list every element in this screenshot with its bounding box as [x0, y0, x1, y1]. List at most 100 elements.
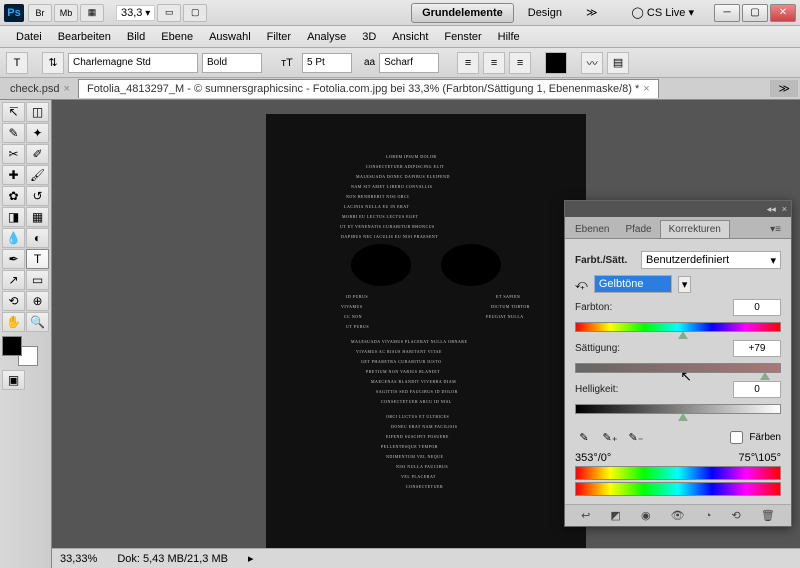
- eyedropper-subtract-icon[interactable]: ✎₋: [627, 428, 645, 446]
- visibility-icon[interactable]: 👁: [671, 509, 685, 522]
- arrange-button[interactable]: ▭: [157, 4, 181, 22]
- clip-icon[interactable]: ◉: [641, 509, 651, 522]
- lasso-tool[interactable]: ✎: [2, 123, 25, 143]
- trash-icon[interactable]: 🗑: [761, 509, 775, 522]
- document-tab-check[interactable]: check.psd×: [2, 80, 78, 98]
- hue-input[interactable]: [733, 299, 781, 316]
- blur-tool[interactable]: 💧: [2, 228, 25, 248]
- close-panel-icon[interactable]: ×: [782, 204, 787, 214]
- minimize-button[interactable]: ─: [714, 4, 740, 22]
- maximize-button[interactable]: ▢: [742, 4, 768, 22]
- eyedropper-set-icon[interactable]: ✎: [575, 428, 593, 446]
- crop-tool[interactable]: ✂: [2, 144, 25, 164]
- status-menu-icon[interactable]: ▸: [248, 552, 254, 565]
- font-size-input[interactable]: [302, 53, 352, 73]
- hue-slider[interactable]: [575, 322, 781, 332]
- color-range-bar-top[interactable]: [575, 466, 781, 480]
- menu-bearbeiten[interactable]: Bearbeiten: [50, 28, 119, 46]
- color-range-bar-bottom[interactable]: [575, 482, 781, 496]
- workspace-design[interactable]: Design: [518, 4, 572, 22]
- menu-filter[interactable]: Filter: [259, 28, 299, 46]
- font-style-dropdown[interactable]: [202, 53, 262, 73]
- workspace-more[interactable]: ≫: [576, 3, 608, 22]
- screenmode-button[interactable]: ▢: [183, 4, 207, 22]
- pen-tool[interactable]: ✒: [2, 249, 25, 269]
- colorize-checkbox[interactable]: [730, 431, 743, 444]
- warp-text-button[interactable]: 〰: [581, 52, 603, 74]
- foreground-color-swatch[interactable]: [2, 336, 22, 356]
- zoom-dropdown[interactable]: 33,3 ▾: [116, 5, 155, 21]
- workspace-grundelemente[interactable]: Grundelemente: [411, 3, 514, 23]
- status-doc-size[interactable]: Dok: 5,43 MB/21,3 MB: [117, 553, 228, 565]
- hand-icon[interactable]: ⤽: [575, 277, 588, 292]
- expand-icon[interactable]: ◩: [610, 509, 620, 522]
- move-tool[interactable]: ↸: [2, 102, 25, 122]
- brush-tool[interactable]: 🖌: [26, 165, 49, 185]
- hand-tool[interactable]: ✋: [2, 312, 25, 332]
- panel-menu-icon[interactable]: ▾≡: [762, 221, 789, 238]
- channel-menu-button[interactable]: ▾: [678, 276, 692, 293]
- lightness-input[interactable]: [733, 381, 781, 398]
- text-orientation-button[interactable]: ⇅: [42, 52, 64, 74]
- character-panel-button[interactable]: ▤: [607, 52, 629, 74]
- preset-dropdown[interactable]: Benutzerdefiniert▾: [641, 251, 781, 269]
- saturation-slider[interactable]: [575, 363, 781, 373]
- document-canvas[interactable]: LOREM IPSUM DOLOR CONSECTETUER ADIPISCIN…: [266, 114, 586, 554]
- eraser-tool[interactable]: ◨: [2, 207, 25, 227]
- align-left-button[interactable]: ≡: [457, 52, 479, 74]
- lightness-slider[interactable]: [575, 404, 781, 414]
- zoom-tool[interactable]: 🔍: [26, 312, 49, 332]
- menu-3d[interactable]: 3D: [354, 28, 384, 46]
- text-color-swatch[interactable]: [545, 52, 567, 74]
- close-icon[interactable]: ×: [643, 83, 649, 95]
- menu-datei[interactable]: Datei: [8, 28, 50, 46]
- path-select-tool[interactable]: ↗: [2, 270, 25, 290]
- bridge-button[interactable]: Br: [28, 4, 52, 22]
- history-brush-tool[interactable]: ↺: [26, 186, 49, 206]
- marquee-tool[interactable]: ◫: [26, 102, 49, 122]
- reset-icon[interactable]: ⟲: [732, 509, 741, 522]
- menu-auswahl[interactable]: Auswahl: [201, 28, 259, 46]
- close-button[interactable]: ✕: [770, 4, 796, 22]
- dodge-tool[interactable]: ◐: [26, 228, 49, 248]
- status-zoom[interactable]: 33,33%: [60, 553, 97, 565]
- 3d-tool[interactable]: ⟲: [2, 291, 25, 311]
- close-icon[interactable]: ×: [64, 83, 70, 95]
- 3d-camera-tool[interactable]: ⊕: [26, 291, 49, 311]
- return-arrow-icon[interactable]: ↩: [581, 509, 590, 522]
- quickmask-button[interactable]: ▣: [2, 370, 25, 390]
- previous-state-icon[interactable]: ◔: [705, 510, 712, 522]
- menu-ebene[interactable]: Ebene: [153, 28, 201, 46]
- tab-pfade[interactable]: Pfade: [617, 221, 659, 238]
- menu-hilfe[interactable]: Hilfe: [490, 28, 528, 46]
- font-family-dropdown[interactable]: [68, 53, 198, 73]
- panel-header[interactable]: ◂◂ ×: [565, 201, 791, 217]
- channel-dropdown[interactable]: Gelbtöne: [594, 275, 672, 293]
- minibridge-button[interactable]: Mb: [54, 4, 78, 22]
- menu-ansicht[interactable]: Ansicht: [384, 28, 436, 46]
- document-tab-fotolia[interactable]: Fotolia_4813297_M - © sumnersgraphicsinc…: [78, 79, 659, 98]
- menu-bild[interactable]: Bild: [119, 28, 153, 46]
- menu-fenster[interactable]: Fenster: [436, 28, 489, 46]
- tab-overflow-button[interactable]: ≫: [770, 80, 798, 97]
- menu-analyse[interactable]: Analyse: [299, 28, 354, 46]
- quickselect-tool[interactable]: ✦: [26, 123, 49, 143]
- align-center-button[interactable]: ≡: [483, 52, 505, 74]
- gradient-tool[interactable]: ▦: [26, 207, 49, 227]
- tab-ebenen[interactable]: Ebenen: [567, 221, 617, 238]
- color-swatches[interactable]: [2, 336, 38, 366]
- healing-tool[interactable]: ✚: [2, 165, 25, 185]
- type-tool[interactable]: T: [26, 249, 49, 269]
- saturation-input[interactable]: [733, 340, 781, 357]
- eyedropper-add-icon[interactable]: ✎₊: [601, 428, 619, 446]
- stamp-tool[interactable]: ✿: [2, 186, 25, 206]
- eyedropper-tool[interactable]: ✐: [26, 144, 49, 164]
- type-tool-preset[interactable]: T: [6, 52, 28, 74]
- align-right-button[interactable]: ≡: [509, 52, 531, 74]
- shape-tool[interactable]: ▭: [26, 270, 49, 290]
- antialias-dropdown[interactable]: [379, 53, 439, 73]
- collapse-icon[interactable]: ◂◂: [767, 204, 776, 215]
- view-extras-button[interactable]: ▦: [80, 4, 104, 22]
- tab-korrekturen[interactable]: Korrekturen: [660, 220, 730, 238]
- cslive-button[interactable]: ◯ CS Live ▾: [622, 3, 704, 22]
